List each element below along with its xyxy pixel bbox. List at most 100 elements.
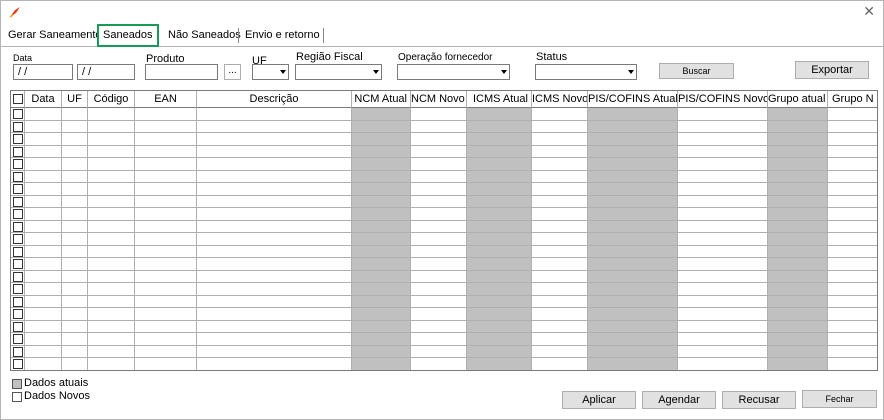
column-divider	[87, 108, 88, 370]
fechar-button[interactable]: Fechar	[802, 390, 877, 408]
column-divider	[351, 108, 352, 370]
column-divider	[587, 108, 588, 370]
row-checkbox[interactable]	[13, 309, 23, 319]
legend-atuais-swatch	[12, 379, 22, 389]
row-checkbox[interactable]	[13, 271, 23, 282]
column-header[interactable]: PIS/COFINS Atual	[588, 91, 678, 108]
column-header[interactable]: Grupo N	[828, 91, 877, 108]
uf-select[interactable]	[252, 64, 289, 80]
buscar-button[interactable]: Buscar	[659, 63, 734, 79]
row-checkbox[interactable]	[13, 359, 23, 369]
chevron-down-icon	[373, 70, 379, 74]
table-row	[11, 257, 877, 258]
shaded-column	[588, 108, 678, 370]
row-checkbox[interactable]	[13, 184, 23, 194]
table-row	[11, 232, 877, 233]
produto-field[interactable]	[145, 64, 218, 80]
table-row	[11, 307, 877, 308]
tab-envio-retorno[interactable]: Envio e retorno	[241, 25, 324, 46]
column-header[interactable]: ICMS Novo	[532, 91, 588, 108]
tab-gerar-saneamento[interactable]: Gerar Saneamento	[4, 25, 106, 46]
column-header[interactable]: PIS/COFINS Novo	[678, 91, 768, 108]
table-row	[11, 344, 877, 346]
row-checkbox[interactable]	[13, 209, 23, 219]
table-row	[11, 369, 877, 370]
row-checkbox[interactable]	[13, 284, 23, 294]
regiao-fiscal-label: Região Fiscal	[296, 51, 363, 63]
shaded-column	[467, 108, 532, 370]
exportar-button[interactable]: Exportar	[795, 61, 869, 79]
tab-nao-saneados[interactable]: Não Saneados	[164, 25, 245, 46]
table-row	[11, 244, 877, 246]
column-header[interactable]: EAN	[135, 91, 197, 108]
row-checkbox[interactable]	[13, 196, 23, 207]
row-checkbox[interactable]	[13, 121, 23, 132]
status-label: Status	[536, 51, 568, 63]
row-checkbox[interactable]	[13, 321, 23, 332]
chevron-down-icon	[280, 70, 286, 74]
tab-strip: Gerar Saneamento Saneados Não Saneados E…	[1, 24, 883, 47]
tab-separator	[238, 28, 239, 43]
table-row	[11, 182, 877, 183]
column-divider	[827, 108, 828, 370]
select-all-checkbox[interactable]	[13, 94, 23, 104]
table-row	[11, 207, 877, 208]
row-checkbox[interactable]	[13, 334, 23, 344]
column-divider	[767, 108, 768, 370]
row-checkbox[interactable]	[13, 221, 23, 232]
row-checkbox[interactable]	[13, 246, 23, 257]
table-row	[11, 169, 877, 171]
chevron-down-icon	[628, 70, 634, 74]
column-divider	[677, 108, 678, 370]
date-from-field[interactable]: / /	[13, 64, 73, 80]
data-label: Data	[13, 53, 33, 63]
table-row	[11, 269, 877, 271]
status-select[interactable]	[535, 64, 637, 80]
column-divider	[196, 108, 197, 370]
column-header[interactable]: Data	[25, 91, 62, 108]
legend-atuais-label: Dados atuais	[24, 377, 89, 389]
aplicar-button[interactable]: Aplicar	[562, 391, 636, 409]
table-row	[11, 132, 877, 133]
produto-lookup-button[interactable]: ...	[224, 64, 241, 80]
row-checkbox[interactable]	[13, 109, 23, 119]
row-checkbox[interactable]	[13, 346, 23, 357]
shaded-column	[352, 108, 411, 370]
row-checkbox[interactable]	[13, 134, 23, 144]
column-header[interactable]: ICMS Atual	[467, 91, 532, 108]
column-header[interactable]: Grupo atual	[768, 91, 828, 108]
row-checkbox[interactable]	[13, 296, 23, 307]
row-checkbox[interactable]	[13, 259, 23, 269]
saneados-table[interactable]: Data UF Código EAN Descrição NCM Atual NCM Nov…	[10, 90, 878, 371]
row-checkbox[interactable]	[13, 234, 23, 244]
row-checkbox[interactable]	[13, 146, 23, 157]
column-header[interactable]: Código	[88, 91, 135, 108]
row-checkbox[interactable]	[13, 171, 23, 182]
column-divider	[466, 108, 467, 370]
table-row	[11, 144, 877, 146]
column-header[interactable]: NCM Novo	[411, 91, 467, 108]
table-row	[11, 282, 877, 283]
close-icon[interactable]: ✕	[863, 4, 875, 18]
date-to-field[interactable]: / /	[77, 64, 135, 80]
column-divider	[134, 108, 135, 370]
row-checkbox[interactable]	[13, 159, 23, 169]
column-divider	[61, 108, 62, 370]
column-header[interactable]: Descrição	[197, 91, 352, 108]
column-header[interactable]: NCM Atual	[352, 91, 411, 108]
table-row	[11, 194, 877, 196]
table-row	[11, 157, 877, 158]
chevron-down-icon	[501, 70, 507, 74]
recusar-button[interactable]: Recusar	[722, 391, 796, 409]
tab-saneados[interactable]: Saneados	[97, 24, 159, 47]
regiao-fiscal-select[interactable]	[295, 64, 382, 80]
column-divider	[410, 108, 411, 370]
agendar-button[interactable]: Agendar	[642, 391, 716, 409]
title-bar: ✕	[1, 1, 883, 23]
operacao-fornecedor-select[interactable]	[397, 64, 510, 80]
column-divider	[24, 108, 25, 370]
tab-separator	[323, 28, 324, 43]
column-header[interactable]: UF	[62, 91, 88, 108]
column-divider	[531, 108, 532, 370]
table-row	[11, 332, 877, 333]
